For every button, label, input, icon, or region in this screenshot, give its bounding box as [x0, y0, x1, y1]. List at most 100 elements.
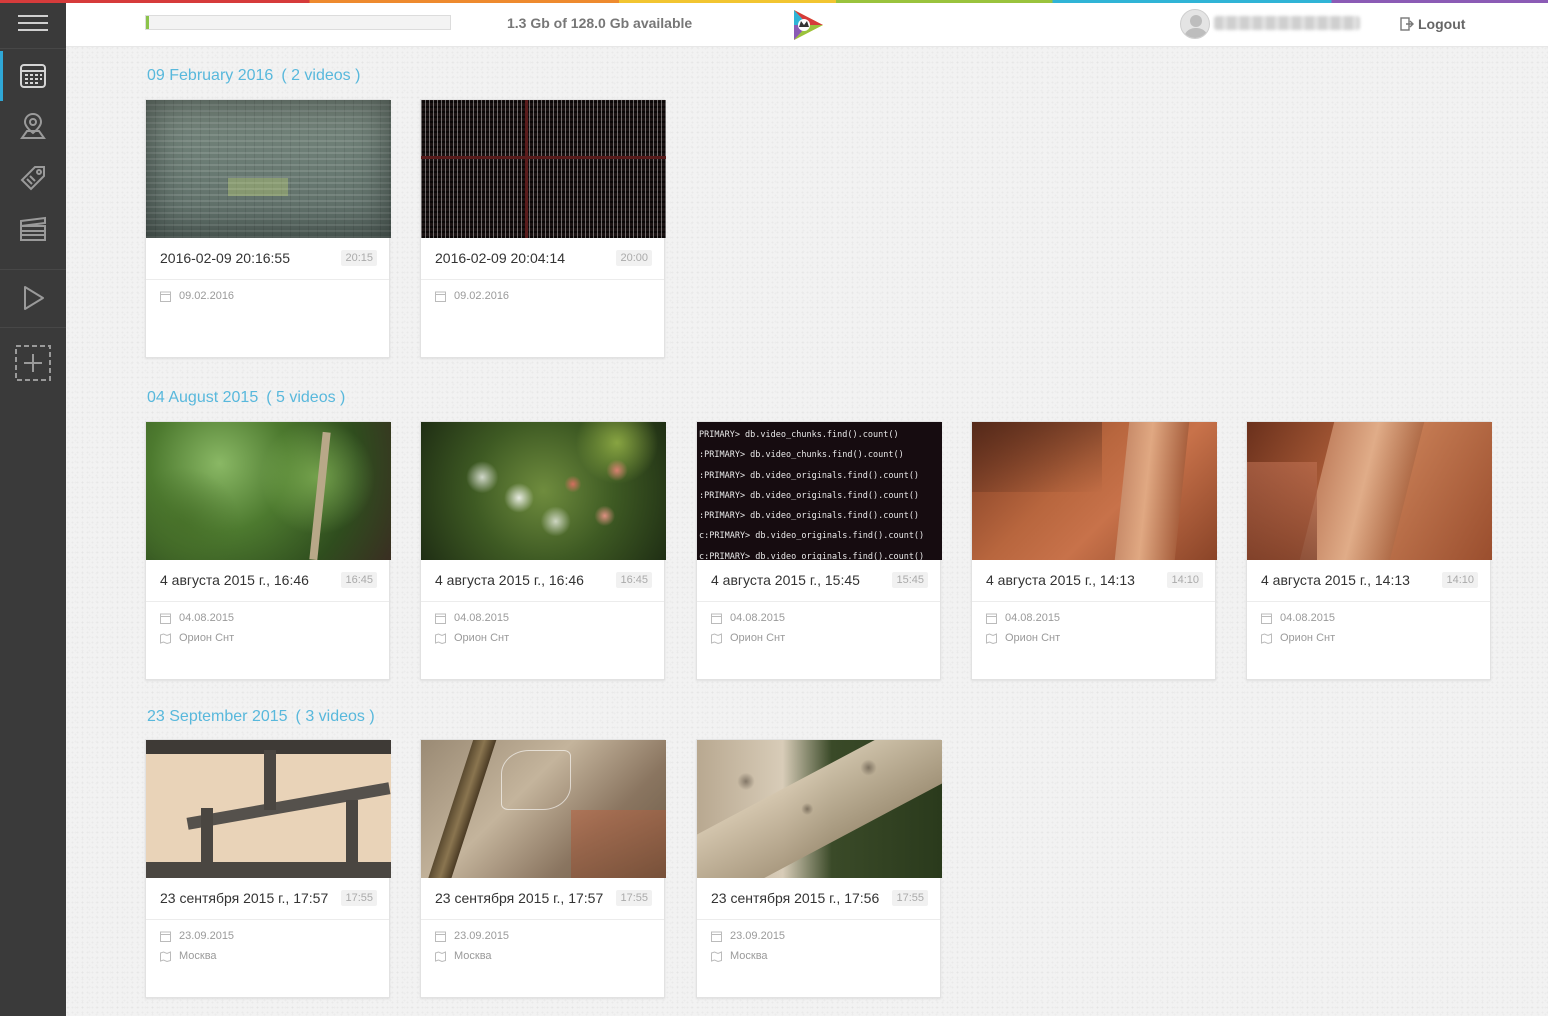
video-card[interactable]: 4 августа 2015 г., 16:46 16:45 04.08.201…	[420, 421, 666, 680]
add-button[interactable]	[0, 338, 66, 388]
group-date: 04 August 2015	[147, 389, 259, 406]
logout-button[interactable]: Logout	[1400, 16, 1465, 32]
video-date-meta: 04.08.2015	[986, 612, 1060, 624]
add-icon	[15, 345, 51, 381]
terminal-line: c:PRIMARY> db.video_originals.find().cou…	[699, 531, 925, 542]
video-card[interactable]: 23 сентября 2015 г., 17:57 17:55 23.09.2…	[145, 739, 391, 998]
video-date: 23.09.2015	[454, 930, 510, 942]
video-place: Орион Снт	[730, 632, 786, 644]
video-thumbnail[interactable]	[972, 422, 1217, 560]
play-icon	[24, 286, 44, 310]
video-card[interactable]: 4 августа 2015 г., 14:13 14:10 04.08.201…	[971, 421, 1217, 680]
video-card[interactable]: 23 сентября 2015 г., 17:57 17:55 23.09.2…	[420, 739, 666, 998]
video-date-meta: 04.08.2015	[160, 612, 234, 624]
sidebar-divider	[0, 48, 66, 49]
avatar[interactable]	[1180, 9, 1210, 39]
calendar-icon	[20, 64, 46, 88]
map-icon	[1261, 632, 1272, 644]
video-thumbnail[interactable]	[421, 422, 666, 560]
video-place: Орион Снт	[1005, 632, 1061, 644]
video-place-meta: Орион Снт	[711, 632, 785, 644]
video-thumbnail[interactable]	[697, 740, 942, 878]
group-date: 23 September 2015	[147, 708, 288, 725]
video-place-meta: Орион Снт	[986, 632, 1060, 644]
video-time-badge: 20:00	[616, 250, 652, 266]
video-title: 2016-02-09 20:04:14	[435, 250, 565, 266]
map-pin-icon	[20, 112, 46, 139]
sidebar-divider	[0, 269, 66, 270]
card-divider	[972, 601, 1215, 602]
sidebar-item-tags[interactable]	[0, 153, 66, 203]
card-divider	[697, 919, 940, 920]
video-date: 23.09.2015	[179, 930, 235, 942]
calendar-icon	[435, 931, 446, 942]
video-thumbnail[interactable]	[146, 422, 391, 560]
group-date: 09 February 2016	[147, 67, 274, 84]
tag-icon	[20, 166, 45, 191]
calendar-icon	[1261, 613, 1272, 624]
video-time-badge: 14:10	[1167, 572, 1203, 588]
terminal-line: :PRIMARY> db.video_originals.find().coun…	[699, 470, 920, 481]
card-divider	[146, 279, 389, 280]
sidebar-item-places[interactable]	[0, 101, 66, 151]
video-place: Орион Снт	[179, 632, 235, 644]
app-logo[interactable]	[790, 7, 826, 43]
terminal-line: c:PRIMARY> db.video_originals.find().cou…	[699, 551, 925, 560]
calendar-icon	[711, 931, 722, 942]
video-date-meta: 09.02.2016	[435, 290, 509, 302]
card-divider	[146, 601, 389, 602]
sidebar-item-calendar[interactable]	[0, 51, 66, 101]
map-icon	[711, 632, 722, 644]
group-title: 23 September 2015 ( 3 videos )	[147, 708, 375, 726]
storage-usage-fill	[146, 16, 150, 29]
map-icon	[160, 632, 171, 644]
video-card[interactable]: 2016-02-09 20:04:14 20:00 09.02.2016	[420, 99, 666, 358]
map-icon	[711, 950, 722, 962]
map-icon	[160, 950, 171, 962]
terminal-line: PRIMARY> db.video_chunks.find().count()	[699, 430, 899, 440]
sidebar-divider	[0, 327, 66, 328]
clapperboard-icon	[20, 216, 46, 241]
card-divider	[1247, 601, 1490, 602]
video-card[interactable]: 2016-02-09 20:16:55 20:15 09.02.2016	[145, 99, 391, 358]
card-divider	[421, 601, 664, 602]
logout-label: Logout	[1418, 16, 1466, 32]
video-time-badge: 17:55	[341, 890, 377, 906]
video-title: 4 августа 2015 г., 14:13	[1261, 572, 1410, 588]
map-icon	[435, 950, 446, 962]
hamburger-icon	[18, 15, 48, 31]
video-time-badge: 17:55	[616, 890, 652, 906]
video-card[interactable]: 23 сентября 2015 г., 17:56 17:55 23.09.2…	[696, 739, 942, 998]
video-thumbnail[interactable]	[146, 100, 391, 238]
video-card[interactable]: 4 августа 2015 г., 16:46 16:45 04.08.201…	[145, 421, 391, 680]
video-date: 04.08.2015	[730, 612, 786, 624]
video-thumbnail[interactable]	[421, 740, 666, 878]
group-count: ( 5 videos )	[266, 389, 346, 406]
video-card[interactable]: 4 августа 2015 г., 14:13 14:10 04.08.201…	[1246, 421, 1492, 680]
map-icon	[435, 632, 446, 644]
menu-button[interactable]	[0, 0, 66, 46]
map-icon	[986, 632, 997, 644]
group-title: 04 August 2015 ( 5 videos )	[147, 389, 345, 407]
terminal-line: :PRIMARY> db.video_chunks.find().count()	[699, 450, 904, 461]
video-date-meta: 04.08.2015	[711, 612, 785, 624]
terminal-text: PRIMARY> db.video_chunks.find().count():…	[699, 425, 924, 560]
video-thumbnail[interactable]	[1247, 422, 1492, 560]
video-card[interactable]: PRIMARY> db.video_chunks.find().count():…	[696, 421, 942, 680]
video-date: 09.02.2016	[179, 290, 235, 302]
video-place-meta: Орион Снт	[435, 632, 509, 644]
group-count: ( 2 videos )	[281, 67, 361, 84]
card-divider	[697, 601, 940, 602]
calendar-icon	[711, 613, 722, 624]
top-header: 1.3 Gb of 128.0 Gb available Logout	[66, 3, 1548, 47]
sidebar-item-play[interactable]	[0, 273, 66, 323]
video-thumbnail[interactable]	[146, 740, 391, 878]
video-place: Москва	[730, 950, 768, 962]
video-thumbnail[interactable]: PRIMARY> db.video_chunks.find().count():…	[697, 422, 942, 560]
sidebar-item-clips[interactable]	[0, 204, 66, 254]
video-thumbnail[interactable]	[421, 100, 666, 238]
calendar-icon	[160, 931, 171, 942]
video-place-meta: Москва	[711, 950, 768, 962]
video-time-badge: 17:55	[892, 890, 928, 906]
video-time-badge: 15:45	[892, 572, 928, 588]
